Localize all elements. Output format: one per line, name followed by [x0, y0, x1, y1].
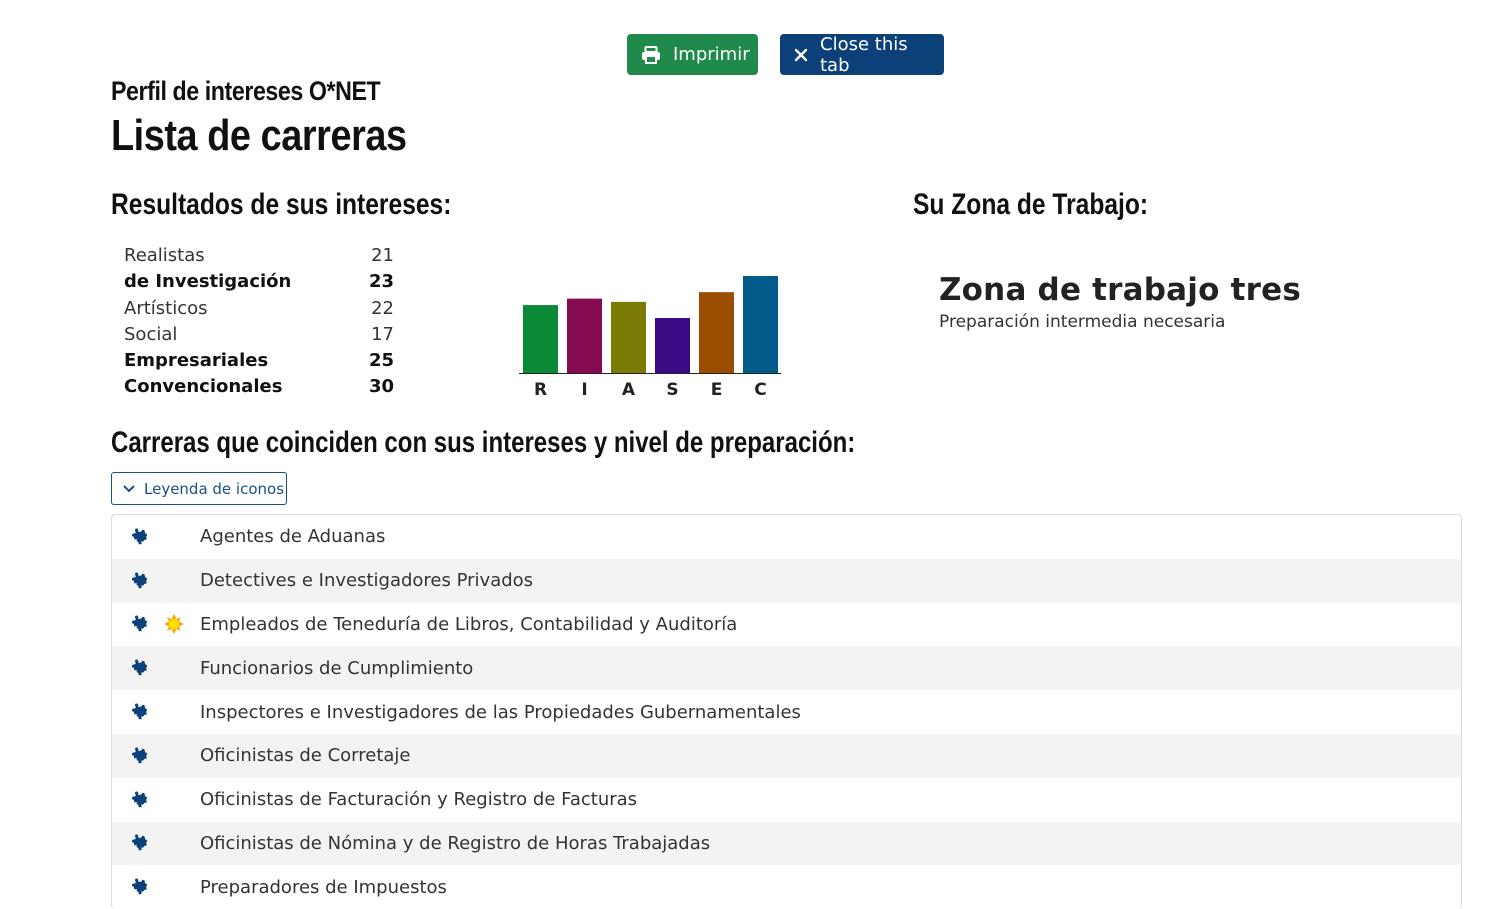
score-label: Realistas: [124, 245, 205, 266]
puzzle-icon: [130, 877, 156, 897]
job-zone-box: Zona de trabajo tres Preparación interme…: [939, 272, 1301, 332]
tick-label-A: A: [622, 380, 636, 400]
score-row-enterprising: Empresariales 25: [124, 348, 394, 374]
results-heading: Resultados de sus intereses:: [111, 188, 452, 221]
close-tab-button[interactable]: Close this tab: [780, 33, 944, 76]
close-icon: [794, 48, 808, 62]
puzzle-icon: [130, 527, 156, 547]
score-row-conventional: Convencionales 30: [124, 374, 394, 400]
score-table: Realistas 21 de Investigación 23 Artísti…: [124, 243, 394, 401]
tick-label-R: R: [534, 380, 547, 400]
score-value: 30: [368, 376, 394, 398]
score-label: Social: [124, 323, 178, 345]
page-subtitle: Perfil de intereses O*NET: [111, 76, 381, 106]
score-label: Convencionales: [124, 376, 283, 398]
bar-A: [611, 301, 646, 373]
career-row[interactable]: Inspectores e Investigadores de las Prop…: [112, 690, 1461, 734]
zone-heading: Su Zona de Trabajo:: [913, 188, 1149, 221]
career-link[interactable]: Funcionarios de Cumplimiento: [200, 658, 473, 679]
score-row-social: Social 17: [124, 322, 394, 348]
bar-S: [655, 318, 690, 373]
puzzle-icon: [130, 571, 156, 591]
career-row[interactable]: Oficinistas de Facturación y Registro de…: [112, 778, 1461, 822]
career-row[interactable]: Oficinistas de Corretaje: [112, 733, 1461, 778]
career-row[interactable]: Empleados de Teneduría de Libros, Contab…: [112, 603, 1461, 647]
puzzle-icon: [130, 702, 156, 722]
career-link[interactable]: Agentes de Aduanas: [200, 526, 385, 547]
score-row-realistic: Realistas 21: [124, 243, 394, 269]
careers-heading: Carreras que coinciden con sus intereses…: [111, 426, 856, 459]
career-link[interactable]: Inspectores e Investigadores de las Prop…: [200, 702, 801, 723]
riasec-bar-chart: RIASEC: [519, 276, 781, 400]
career-row[interactable]: Detectives e Investigadores Privados: [112, 558, 1461, 603]
printer-icon: [641, 45, 661, 64]
career-row[interactable]: Oficinistas de Nómina y de Registro de H…: [112, 821, 1461, 866]
puzzle-icon: [130, 658, 156, 678]
bar-R: [523, 305, 558, 373]
tick-label-C: C: [754, 380, 766, 400]
job-zone-title: Zona de trabajo tres: [939, 272, 1301, 308]
close-label: Close this tab: [820, 33, 908, 76]
icon-legend-button[interactable]: Leyenda de iconos: [111, 472, 287, 505]
career-link[interactable]: Oficinistas de Facturación y Registro de…: [200, 789, 637, 810]
score-value: 17: [371, 323, 394, 345]
icon-legend-label: Leyenda de iconos: [144, 479, 285, 498]
print-label: Imprimir: [673, 44, 750, 65]
puzzle-icon: [130, 790, 156, 810]
score-label: de Investigación: [124, 271, 292, 293]
career-link[interactable]: Oficinistas de Nómina y de Registro de H…: [200, 833, 710, 854]
score-value: 22: [371, 297, 394, 319]
bar-E: [699, 292, 734, 373]
score-label: Artísticos: [124, 297, 208, 319]
puzzle-icon: [130, 614, 156, 634]
bar-C: [743, 276, 778, 373]
career-link[interactable]: Empleados de Teneduría de Libros, Contab…: [200, 614, 737, 635]
score-row-artistic: Artísticos 22: [124, 296, 394, 322]
page-title: Lista de carreras: [111, 111, 407, 160]
tick-label-E: E: [711, 380, 723, 400]
score-row-investigative: de Investigación 23: [124, 269, 394, 295]
score-label: Empresariales: [124, 350, 269, 372]
career-link[interactable]: Oficinistas de Corretaje: [200, 745, 411, 766]
print-button[interactable]: Imprimir: [627, 34, 758, 75]
career-row[interactable]: Preparadores de Impuestos: [112, 865, 1461, 909]
tick-label-S: S: [666, 380, 678, 400]
career-row[interactable]: Funcionarios de Cumplimiento: [112, 646, 1461, 691]
chevron-down-icon: [122, 480, 136, 498]
bar-I: [567, 298, 602, 373]
top-toolbar: Imprimir Close this tab: [627, 33, 944, 76]
career-row[interactable]: Agentes de Aduanas: [112, 515, 1461, 559]
sun-icon: [164, 614, 190, 635]
career-link[interactable]: Detectives e Investigadores Privados: [200, 570, 533, 591]
score-value: 21: [371, 245, 394, 266]
score-value: 23: [368, 271, 394, 293]
job-zone-description: Preparación intermedia necesaria: [939, 312, 1226, 332]
career-list: Agentes de Aduanas Detectives e Investig…: [111, 514, 1462, 909]
puzzle-icon: [130, 746, 156, 766]
puzzle-icon: [130, 833, 156, 853]
career-link[interactable]: Preparadores de Impuestos: [200, 877, 447, 898]
tick-label-I: I: [581, 380, 587, 400]
score-value: 25: [368, 350, 394, 372]
